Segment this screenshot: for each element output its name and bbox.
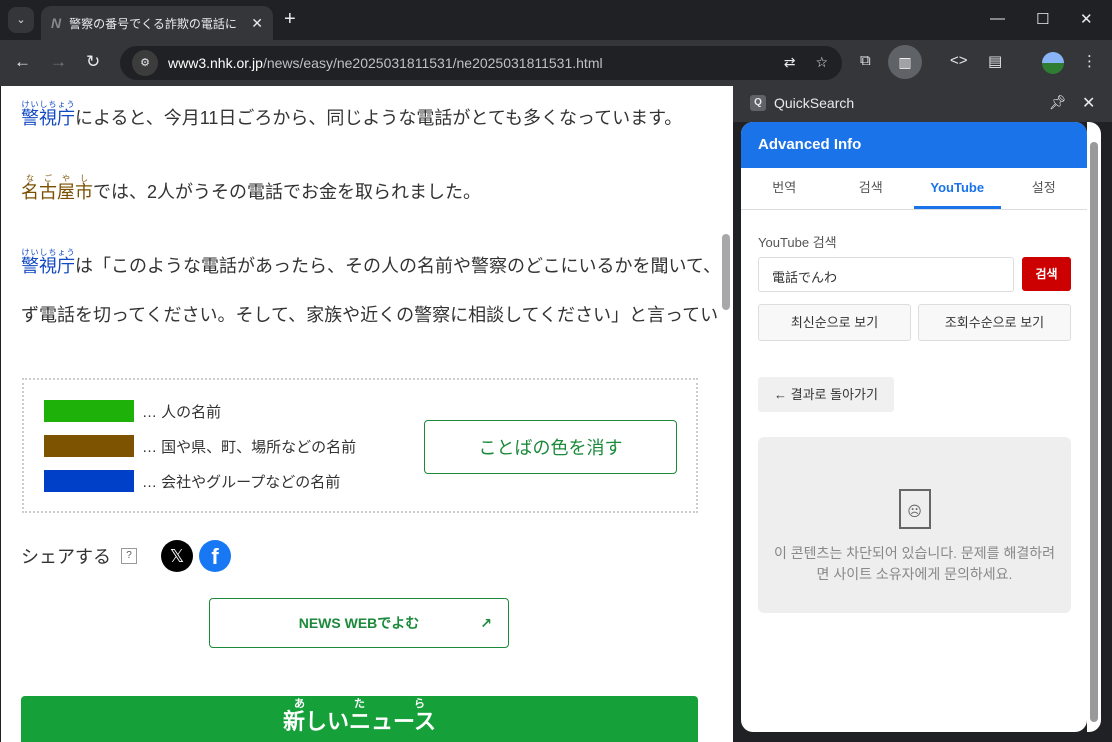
translate-icon[interactable]: ⇄ [784,54,796,71]
new-news-header[interactable]: 新しいニュースあたら [21,696,698,742]
ruby: けいしちょう [21,100,75,109]
youtube-search-input[interactable]: 電話でんわ [758,257,1014,292]
sort-views-button[interactable]: 조회수순으로 보기 [918,304,1071,341]
share-row: シェアする ? 𝕏 f [21,540,231,572]
facebook-share-icon[interactable]: f [199,540,231,572]
side-panel-header: Q QuickSearch 📌︎ ✕ [733,86,1112,122]
quicksearch-panel: Advanced Info 번역 검색 YouTube 설정 YouTube 검… [741,122,1087,732]
external-link-icon: ↗ [480,615,492,631]
site-info-icon[interactable]: ⚙ [132,50,158,76]
bookmark-star-icon[interactable]: ☆ [815,54,828,71]
layout-icon[interactable]: ▤ [988,52,1002,70]
panel-header: Advanced Info [741,122,1087,168]
new-tab-button[interactable]: + [284,8,296,31]
legend-label: … 会社やグループなどの名前 [142,473,341,491]
quicksearch-icon: Q [750,95,766,111]
text: によると、今月11日ごろから、同じような電話がとても多くなっています。 [75,108,683,128]
search-button[interactable]: 검색 [1022,257,1071,291]
close-panel-icon[interactable]: ✕ [1082,93,1095,113]
swatch [44,400,134,422]
back-button[interactable]: ← [14,52,31,72]
article-page: 警視庁けいしちょうによると、今月11日ごろから、同じような電話がとても多くなって… [1,86,719,742]
back-to-results-button[interactable]: ← 결과로 돌아가기 [758,377,894,412]
clear-colors-button[interactable]: ことばの色を消す [424,420,677,474]
url-host: www3.nhk.or.jp [168,55,263,71]
blocked-message: 이 콘텐츠는 차단되어 있습니다. 문제를 해결하려면 사이트 소유자에게 문의… [774,545,1055,582]
swatch [44,435,134,457]
legend-label: … 人の名前 [142,403,222,421]
tab-strip: ⌄ N 警察の番号でくる詐欺の電話に ✕ + — ☐ ✕ [0,0,1112,40]
tab-title: 警察の番号でくる詐欺の電話に [69,16,237,31]
pin-icon[interactable]: 📌︎ [1049,94,1067,111]
close-window-button[interactable]: ✕ [1080,10,1093,28]
sort-latest-button[interactable]: 최신순으로 보기 [758,304,911,341]
place-name[interactable]: 名古屋市 [21,182,93,202]
nhk-favicon-icon: N [51,15,62,31]
x-share-icon[interactable]: 𝕏 [161,540,193,572]
panel-scrollbar[interactable] [1087,122,1101,732]
text: では、2人がうその電話でお金を取られました。 [93,182,482,202]
page-scrollbar[interactable] [719,86,733,742]
legend-place: … 国や県、町、場所などの名前 [44,435,356,457]
toolbar: ← → ↻ ⚙ www3.nhk.or.jp/news/easy/ne20250… [0,40,1112,86]
paragraph-1: 警視庁けいしちょうによると、今月11日ごろから、同じような電話がとても多くなって… [21,100,682,129]
youtube-search-label: YouTube 검색 [758,235,837,250]
browser-tab[interactable]: N 警察の番号でくる詐欺の電話に ✕ [41,6,273,40]
side-panel-button[interactable]: ▥ [888,45,922,79]
blocked-content: ☹ 이 콘텐츠는 차단되어 있습니다. 문제를 해결하려면 사이트 소유자에게 … [758,437,1071,613]
sad-document-icon: ☹ [898,489,931,529]
devtools-icon[interactable]: <> [950,52,968,69]
paragraph-2: 名古屋市なごやしでは、2人がうその電話でお金を取られました。 [21,174,481,203]
address-bar[interactable]: ⚙ www3.nhk.or.jp/news/easy/ne20250318115… [120,46,842,80]
org-name[interactable]: 警視庁 [21,256,75,276]
ruby: あたら [283,698,436,710]
ruby: なごやし [21,174,93,183]
news-web-label: NEWS WEBでよむ [298,615,420,631]
help-icon[interactable]: ? [121,548,137,564]
extensions-icon[interactable]: ⧉ [860,52,871,69]
color-legend: … 人の名前 … 国や県、町、場所などの名前 … 会社やグループなどの名前 こと… [22,378,698,513]
org-name[interactable]: 警視庁 [21,108,75,128]
tab-youtube[interactable]: YouTube [914,168,1001,209]
share-label: シェアする [21,547,111,567]
scrollbar-thumb[interactable] [1090,142,1098,722]
menu-icon[interactable]: ⋮ [1082,52,1097,70]
tab-translate[interactable]: 번역 [741,168,828,209]
tab-settings[interactable]: 설정 [1001,168,1088,209]
new-news-label: 新しいニュース [283,709,436,734]
url-path: /news/easy/ne2025031811531/ne20250318115… [262,55,603,71]
panel-tabs: 번역 검색 YouTube 설정 [741,168,1087,210]
minimize-button[interactable]: — [990,10,1005,27]
legend-org: … 会社やグループなどの名前 [44,470,340,492]
side-panel-title: QuickSearch [774,95,855,111]
maximize-button[interactable]: ☐ [1036,10,1049,28]
paragraph-3: 警視庁けいしちょうは「このような電話があったら、その人の名前や警察のどこにいるか… [21,248,719,277]
reload-button[interactable]: ↻ [86,52,100,72]
legend-person: … 人の名前 [44,400,221,422]
forward-button[interactable]: → [50,52,67,72]
tab-search-button[interactable]: ⌄ [8,7,34,33]
text: は「このような電話があったら、その人の名前や警察のどこにいるかを聞いて、必 [75,256,719,276]
paragraph-3-cont: ず電話を切ってください。そして、家族や近くの警察に相談してください」と言っていま… [21,305,719,325]
ruby: けいしちょう [21,248,75,257]
news-web-button[interactable]: NEWS WEBでよむ ↗ [209,598,509,648]
scrollbar-thumb[interactable] [722,234,730,310]
profile-avatar[interactable] [1042,52,1064,74]
tab-search[interactable]: 검색 [828,168,915,209]
close-tab-icon[interactable]: ✕ [251,15,263,32]
legend-label: … 国や県、町、場所などの名前 [142,438,357,456]
swatch [44,470,134,492]
